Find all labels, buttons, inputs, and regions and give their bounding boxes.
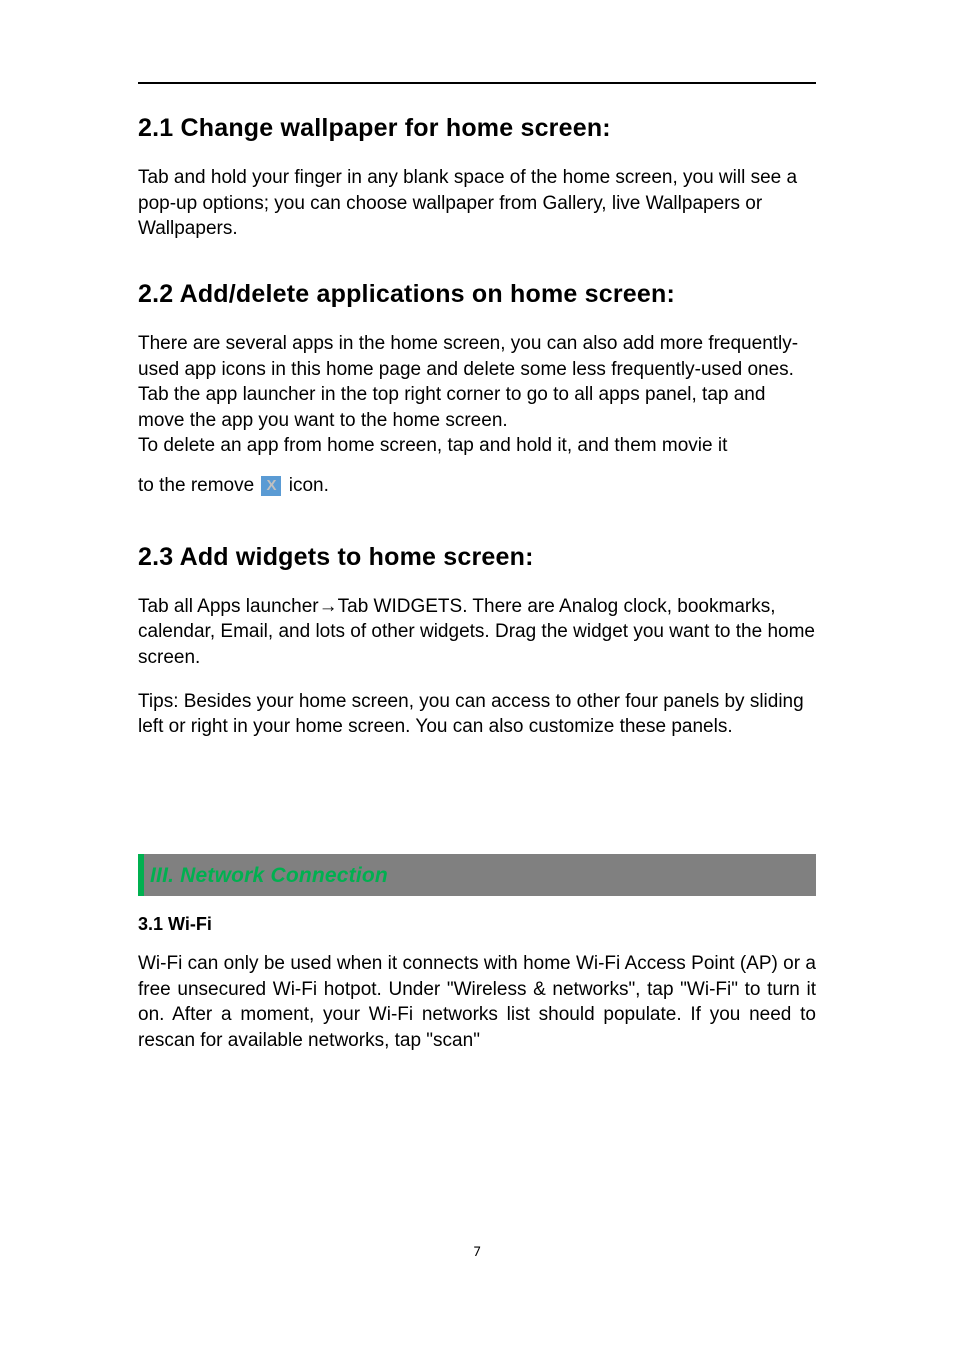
- body-2-1: Tab and hold your finger in any blank sp…: [138, 165, 816, 242]
- remove-prefix-text: to the remove: [138, 475, 254, 496]
- chapter-3-title: III. Network Connection: [150, 864, 388, 887]
- remove-x-icon: X: [261, 476, 281, 496]
- body-2-2-p3: To delete an app from home screen, tap a…: [138, 433, 816, 459]
- top-horizontal-rule: [138, 82, 816, 84]
- body-2-3-p2: Tips: Besides your home screen, you can …: [138, 689, 816, 740]
- heading-2-3: 2.3 Add widgets to home screen:: [138, 543, 816, 572]
- page-number: 7: [0, 1243, 954, 1260]
- remove-suffix-text: icon.: [289, 475, 329, 496]
- body-2-2-p2: Tab the app launcher in the top right co…: [138, 382, 816, 433]
- chapter-3-header-box: III. Network Connection: [138, 854, 816, 896]
- heading-2-2: 2.2 Add/delete applications on home scre…: [138, 280, 816, 309]
- body-2-2-remove-line: to the remove X icon.: [138, 473, 816, 499]
- heading-2-1: 2.1 Change wallpaper for home screen:: [138, 114, 816, 143]
- body-2-3-p1: Tab all Apps launcher→Tab WIDGETS. There…: [138, 594, 816, 671]
- body-3-1: Wi-Fi can only be used when it connects …: [138, 951, 816, 1054]
- document-page: 2.1 Change wallpaper for home screen: Ta…: [0, 0, 954, 1350]
- body-2-2-p1: There are several apps in the home scree…: [138, 331, 816, 382]
- heading-3-1: 3.1 Wi-Fi: [138, 914, 816, 935]
